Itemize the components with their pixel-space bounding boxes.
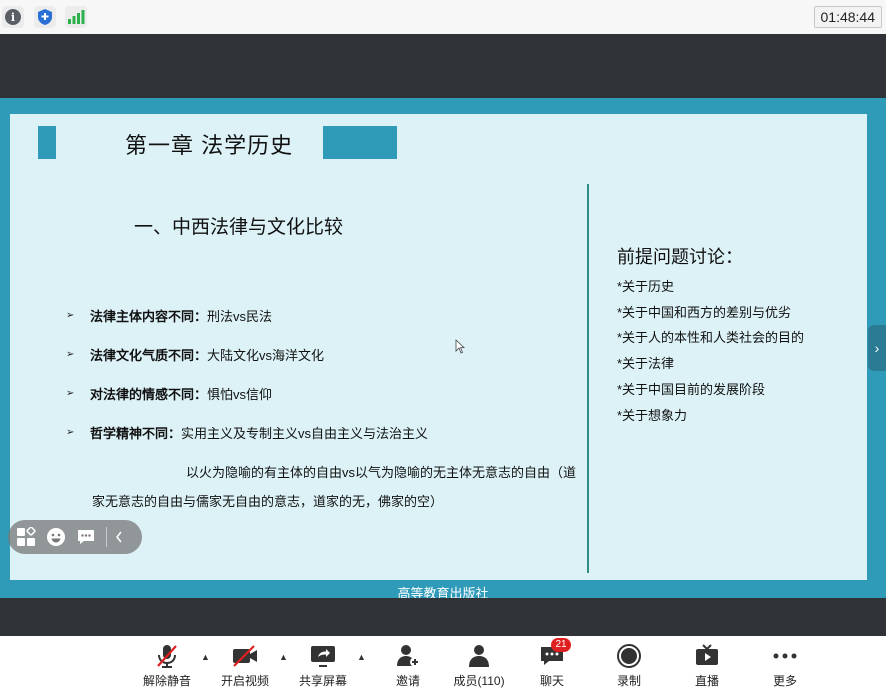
- camera-off-icon: [230, 642, 260, 670]
- chat-label: 聊天: [539, 674, 564, 688]
- comparison-item: ➢ 法律主体内容不同： 刑法vs民法: [66, 306, 272, 325]
- comment-icon[interactable]: [76, 527, 96, 547]
- record-button[interactable]: 录制: [594, 636, 664, 689]
- discussion-item: *关于中国目前的发展阶段: [617, 382, 766, 397]
- comparison-text: 刑法vs民法: [207, 309, 273, 324]
- discussion-item: *关于法律: [617, 356, 675, 371]
- invite-user-icon: [393, 642, 423, 670]
- collapse-chevron-left-icon[interactable]: [106, 527, 130, 547]
- comparison-label: 对法律的情感不同：: [90, 387, 208, 402]
- comparison-label: 哲学精神不同：: [90, 426, 182, 441]
- paragraph-line-2: 家无意志的自由与儒家无自由的意志，道家的无，佛家的空）: [92, 494, 444, 509]
- comparison-item: ➢ 法律文化气质不同： 大陆文化vs海洋文化: [66, 345, 324, 364]
- title-decoration-left: [38, 126, 56, 159]
- share-screen-button[interactable]: 共享屏幕: [288, 636, 358, 689]
- slide-divider: [587, 184, 589, 573]
- layout-grid-icon[interactable]: [16, 527, 36, 547]
- comparison-item: ➢ 哲学精神不同： 实用主义及专制主义vs自由主义与法治主义: [66, 423, 428, 442]
- top-status-bar: i 01:48:44: [0, 0, 886, 34]
- unmute-label: 解除静音: [142, 674, 191, 688]
- members-label: 成员(110): [453, 674, 505, 688]
- live-broadcast-icon: [692, 642, 722, 670]
- share-screen-icon: [308, 642, 338, 670]
- share-screen-label: 共享屏幕: [298, 674, 347, 688]
- meeting-timer: 01:48:44: [813, 6, 882, 28]
- members-button[interactable]: 成员(110): [444, 636, 514, 689]
- security-shield-icon[interactable]: [34, 6, 56, 28]
- live-button[interactable]: 直播: [672, 636, 742, 689]
- network-signal-icon[interactable]: [65, 6, 87, 28]
- start-video-label: 开启视频: [220, 674, 269, 688]
- info-icon[interactable]: i: [2, 6, 24, 28]
- expand-panel-button[interactable]: ›: [868, 325, 886, 371]
- discussion-item: *关于人的本性和人类社会的目的: [617, 330, 805, 345]
- chat-unread-badge: 21: [551, 638, 571, 652]
- chat-button[interactable]: 21 聊天: [517, 636, 587, 689]
- more-dots-icon: [770, 642, 800, 670]
- mouse-cursor-icon: [455, 339, 466, 360]
- bullet-arrow-icon: ➢: [66, 388, 75, 399]
- meeting-toolbar: 解除静音 ▲ 开启视频 ▲ 共享屏幕 ▲ 邀请 成员(110) 21 聊天 录制…: [0, 636, 886, 689]
- more-label: 更多: [772, 674, 797, 688]
- bullet-arrow-icon: ➢: [66, 310, 75, 321]
- record-icon: [614, 642, 644, 670]
- members-icon: [464, 642, 494, 670]
- bullet-arrow-icon: ➢: [66, 427, 75, 438]
- discussion-item: *关于想象力: [617, 408, 688, 423]
- title-decoration-right: [323, 126, 397, 159]
- bullet-arrow-icon: ➢: [66, 349, 75, 360]
- comparison-text: 惧怕vs信仰: [207, 387, 273, 402]
- video-area-bottom: [0, 598, 886, 636]
- comparison-text: 大陆文化vs海洋文化: [207, 348, 325, 363]
- start-video-button[interactable]: 开启视频: [210, 636, 280, 689]
- paragraph-line-1: 以火为隐喻的有主体的自由vs以气为隐喻的无主体无意志的自由（道: [186, 465, 577, 480]
- comparison-label: 法律主体内容不同：: [90, 309, 208, 324]
- discussion-item: *关于历史: [617, 279, 675, 294]
- comparison-text: 实用主义及专制主义vs自由主义与法治主义: [181, 426, 429, 441]
- emoji-icon[interactable]: [46, 527, 66, 547]
- microphone-muted-icon: [152, 642, 182, 670]
- annotation-mini-toolbar: [8, 520, 142, 554]
- discussion-item: *关于中国和西方的差别与优劣: [617, 305, 792, 320]
- invite-button[interactable]: 邀请: [373, 636, 443, 689]
- live-label: 直播: [694, 674, 719, 688]
- record-label: 录制: [616, 674, 641, 688]
- comparison-label: 法律文化气质不同：: [90, 348, 208, 363]
- more-button[interactable]: 更多: [750, 636, 820, 689]
- invite-label: 邀请: [395, 674, 420, 688]
- comparison-item: ➢ 对法律的情感不同： 惧怕vs信仰: [66, 384, 272, 403]
- unmute-button[interactable]: 解除静音: [132, 636, 202, 689]
- chevron-right-icon: ›: [874, 340, 880, 356]
- video-area-top: [0, 34, 886, 98]
- share-options-caret-icon[interactable]: ▲: [357, 652, 369, 662]
- discussion-title: 前提问题讨论：: [617, 247, 743, 267]
- chapter-title: 第一章 法学历史: [125, 133, 294, 158]
- section-title: 一、中西法律与文化比较: [134, 217, 344, 238]
- chat-icon: 21: [537, 638, 571, 670]
